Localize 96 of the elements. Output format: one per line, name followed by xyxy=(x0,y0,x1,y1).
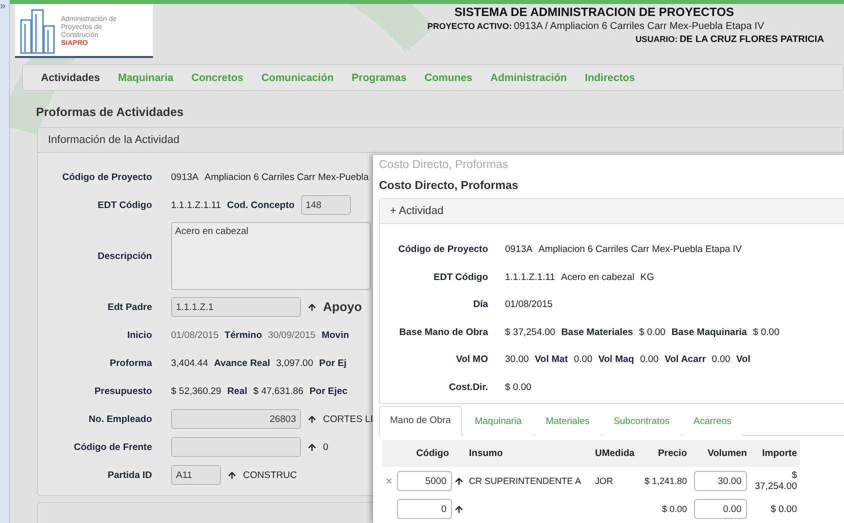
field-label: Base Maquinaria xyxy=(671,326,747,338)
value-text: CORTES LI xyxy=(323,414,373,425)
value-text: 30.00 xyxy=(505,354,529,366)
value-text: $ 0.00 xyxy=(639,326,666,338)
column-header: Volumen xyxy=(706,447,748,461)
field-label: Código de Proyecto xyxy=(61,172,152,183)
field-label: Término xyxy=(224,330,262,341)
column-header: Importe xyxy=(761,447,798,461)
field-label: Vol xyxy=(736,354,750,366)
arrow-up-icon[interactable] xyxy=(454,475,464,487)
field-label: Cost.Dir. xyxy=(448,382,488,393)
field-label: Proforma xyxy=(108,358,152,369)
column-header: Código xyxy=(415,447,450,461)
panel-header: Información de la Actividad xyxy=(38,128,843,154)
value-text: 0.00 xyxy=(640,354,659,366)
arrow-up-icon[interactable] xyxy=(307,441,317,454)
input-field[interactable]: 5000 xyxy=(396,471,452,491)
field-label: Movin xyxy=(322,330,350,341)
project-name: 0913A / Ampliacion 6 Carriles Carr Mex-Puebla Etapa IV xyxy=(514,21,764,32)
arrow-up-icon[interactable] xyxy=(307,413,317,426)
user-name: DE LA CRUZ FLORES PATRICIA xyxy=(680,34,824,45)
value-text: Ampliacion 6 Carriles Carr Mex-Puebla Etapa IV xyxy=(538,244,742,256)
field-label: No. Empleado xyxy=(88,414,152,425)
field-label: Edt Padre xyxy=(106,302,152,313)
project-label: PROYECTO ACTIVO: xyxy=(427,21,512,31)
value-text: 3,404.44 xyxy=(171,358,208,369)
nav-link[interactable]: Actividades xyxy=(41,72,100,84)
field-label: Inicio xyxy=(126,330,152,341)
column-header: Insumo xyxy=(468,447,504,461)
value-text: 1.1.1.Z.1.11 xyxy=(505,272,555,283)
date-text: 30/09/2015 xyxy=(268,330,316,341)
value-text: 0.00 xyxy=(574,354,592,366)
input-field[interactable]: 0 xyxy=(396,499,452,519)
table-cell-text: $ 37,254.00 xyxy=(754,470,797,492)
field-label: Día xyxy=(472,299,488,310)
field-label: Por Ejec xyxy=(309,386,348,397)
field-label: Vol Mat xyxy=(534,354,568,366)
value-text: 1.1.1.Z.1.11 xyxy=(171,200,221,211)
value-text: $ 0.00 xyxy=(752,326,780,338)
expand-toggle[interactable]: » xyxy=(0,0,9,12)
value-text: Ampliacion 6 Carriles Carr Mex-Puebla xyxy=(204,172,369,183)
field-label: EDT Código xyxy=(432,272,488,283)
field-label: Por Ej xyxy=(319,358,347,369)
value-text: Acero en cabezal xyxy=(561,272,634,283)
dialog-title: Costo Directo, Proformas xyxy=(378,158,510,173)
value-text: 0.00 xyxy=(712,354,730,366)
description-field[interactable]: Acero en cabezal xyxy=(171,222,371,290)
value-text: $ 0.00 xyxy=(505,382,532,393)
remove-icon[interactable] xyxy=(385,477,393,485)
field-label: Descripción xyxy=(96,250,152,262)
arrow-up-icon[interactable] xyxy=(307,301,317,314)
value-text: $ 52,360.29 xyxy=(171,386,222,397)
input-field[interactable]: A11 xyxy=(171,465,221,486)
value-text: $ 37,254.00 xyxy=(505,326,556,338)
panel-header[interactable]: + Actividad xyxy=(380,199,844,224)
field-label: Base Materiales xyxy=(561,326,634,338)
field-label: Vol MO xyxy=(454,354,488,366)
tab[interactable]: Mano de Obra xyxy=(379,406,462,436)
value-text: CONSTRUC xyxy=(243,470,297,481)
user-label: USUARIO: xyxy=(636,34,678,44)
arrow-up-icon[interactable] xyxy=(227,469,237,482)
field-label: Apoyo xyxy=(323,300,362,314)
table-cell: $ 1,241.80 xyxy=(644,476,687,486)
value-text: $ 47,631.86 xyxy=(253,386,304,397)
field-label: Presupuesto xyxy=(93,386,152,397)
input-field[interactable]: 26803 xyxy=(171,409,301,430)
value-text: 0913A xyxy=(505,244,532,256)
field-label: Real xyxy=(227,386,248,397)
value-text: 3,097.00 xyxy=(276,358,314,369)
field-label: Código de Frente xyxy=(72,442,152,453)
page-title: Proformas de Actividades xyxy=(36,105,185,120)
field-label: Vol Maq xyxy=(598,354,634,366)
input-field[interactable]: 148 xyxy=(300,195,351,216)
field-label: Partida ID xyxy=(106,470,152,481)
field-label: Cod. Concepto xyxy=(227,200,295,211)
field-label: Base Mano de Obra xyxy=(398,326,488,338)
app-title: SISTEMA DE ADMINISTRACION DE PROYECTOS xyxy=(454,5,734,19)
value-text: 01/08/2015 xyxy=(505,299,553,310)
table-cell: $ 0.00 xyxy=(770,504,797,514)
input-field[interactable] xyxy=(171,437,301,458)
dialog-heading: Costo Directo, Proformas xyxy=(378,179,520,194)
input-field[interactable]: 0.00 xyxy=(694,499,746,519)
input-field[interactable]: 1.1.1.Z.1 xyxy=(171,297,301,318)
field-label: EDT Código xyxy=(96,200,152,211)
date-text: 01/08/2015 xyxy=(171,330,219,341)
input-field[interactable]: 30.00 xyxy=(694,471,746,491)
field-label: Vol Acarr xyxy=(664,354,706,366)
value-text: 0 xyxy=(323,442,328,453)
table-cell: CR SUPERINTENDENTE A xyxy=(469,476,582,486)
value-text: 0913A xyxy=(171,172,198,183)
table-cell: $ 0.00 xyxy=(662,504,687,514)
field-label: Código de Proyecto xyxy=(397,244,488,256)
field-label: Avance Real xyxy=(214,358,270,369)
arrow-up-icon[interactable] xyxy=(454,503,464,515)
value-text: KG xyxy=(640,272,654,283)
table-cell: JOR xyxy=(595,476,613,486)
